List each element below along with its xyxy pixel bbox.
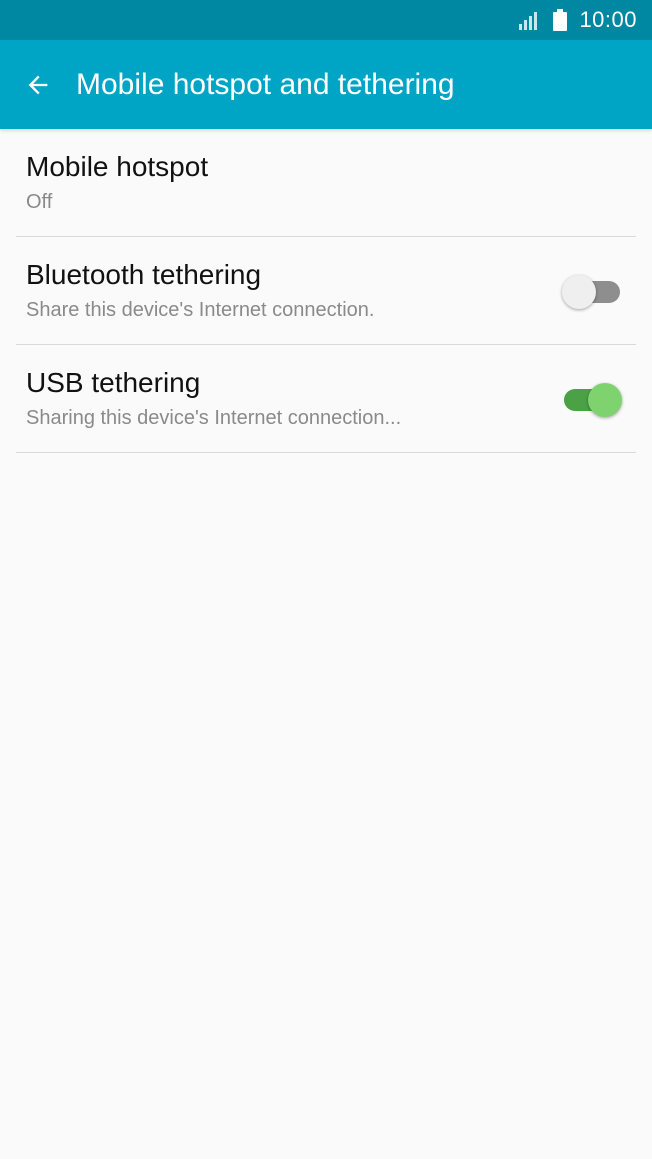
screen: 10:00 Mobile hotspot and tethering Mobil… xyxy=(0,0,652,1159)
list-item-mobile-hotspot[interactable]: Mobile hotspot Off xyxy=(16,129,636,237)
list-item-bluetooth-tethering[interactable]: Bluetooth tethering Share this device's … xyxy=(16,237,636,345)
page-title: Mobile hotspot and tethering xyxy=(76,67,455,101)
settings-list: Mobile hotspot Off Bluetooth tethering S… xyxy=(0,129,652,453)
item-title: USB tethering xyxy=(26,367,201,398)
status-bar: 10:00 xyxy=(0,0,652,40)
signal-icon xyxy=(519,10,541,30)
app-bar: Mobile hotspot and tethering xyxy=(0,40,652,129)
toggle-thumb xyxy=(562,275,596,309)
item-title: Bluetooth tethering xyxy=(26,259,262,290)
item-subtitle: Share this device's Internet connection. xyxy=(26,299,375,321)
back-button[interactable] xyxy=(0,40,76,129)
bluetooth-tethering-toggle[interactable] xyxy=(562,275,622,309)
battery-icon xyxy=(553,9,568,31)
usb-tethering-toggle[interactable] xyxy=(562,383,622,417)
list-item-usb-tethering[interactable]: USB tethering Sharing this device's Inte… xyxy=(16,345,636,453)
item-title: Mobile hotspot xyxy=(26,151,209,182)
toggle-thumb xyxy=(588,383,622,417)
item-subtitle: Off xyxy=(26,191,53,213)
status-clock: 10:00 xyxy=(579,7,637,32)
arrow-left-icon xyxy=(28,75,47,94)
item-subtitle: Sharing this device's Internet connectio… xyxy=(26,407,402,429)
